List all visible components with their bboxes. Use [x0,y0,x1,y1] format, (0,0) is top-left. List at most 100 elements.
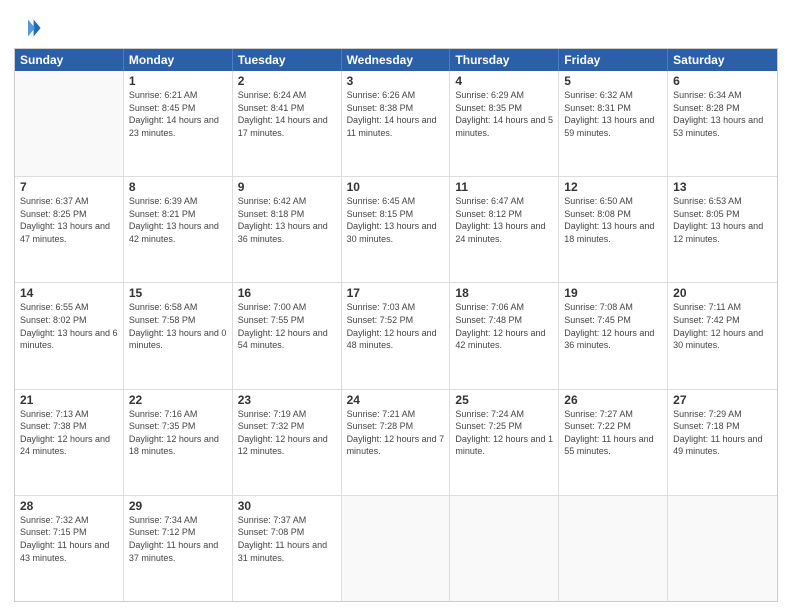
calendar-cell: 6Sunrise: 6:34 AM Sunset: 8:28 PM Daylig… [668,71,777,176]
calendar-week-1: 1Sunrise: 6:21 AM Sunset: 8:45 PM Daylig… [15,71,777,177]
sun-info: Sunrise: 6:58 AM Sunset: 7:58 PM Dayligh… [129,301,227,351]
calendar-cell: 19Sunrise: 7:08 AM Sunset: 7:45 PM Dayli… [559,283,668,388]
logo-icon [14,14,42,42]
day-number: 17 [347,286,445,300]
calendar-cell: 22Sunrise: 7:16 AM Sunset: 7:35 PM Dayli… [124,390,233,495]
calendar-cell: 15Sunrise: 6:58 AM Sunset: 7:58 PM Dayli… [124,283,233,388]
calendar-cell: 27Sunrise: 7:29 AM Sunset: 7:18 PM Dayli… [668,390,777,495]
day-number: 20 [673,286,772,300]
sun-info: Sunrise: 6:29 AM Sunset: 8:35 PM Dayligh… [455,89,553,139]
day-number: 11 [455,180,553,194]
sun-info: Sunrise: 7:06 AM Sunset: 7:48 PM Dayligh… [455,301,553,351]
day-number: 14 [20,286,118,300]
day-number: 29 [129,499,227,513]
sun-info: Sunrise: 6:21 AM Sunset: 8:45 PM Dayligh… [129,89,227,139]
sun-info: Sunrise: 6:53 AM Sunset: 8:05 PM Dayligh… [673,195,772,245]
day-number: 21 [20,393,118,407]
sun-info: Sunrise: 6:37 AM Sunset: 8:25 PM Dayligh… [20,195,118,245]
header [14,10,778,42]
sun-info: Sunrise: 7:13 AM Sunset: 7:38 PM Dayligh… [20,408,118,458]
calendar-week-5: 28Sunrise: 7:32 AM Sunset: 7:15 PM Dayli… [15,496,777,601]
calendar-cell: 11Sunrise: 6:47 AM Sunset: 8:12 PM Dayli… [450,177,559,282]
calendar-cell: 14Sunrise: 6:55 AM Sunset: 8:02 PM Dayli… [15,283,124,388]
day-number: 2 [238,74,336,88]
sun-info: Sunrise: 7:08 AM Sunset: 7:45 PM Dayligh… [564,301,662,351]
day-number: 19 [564,286,662,300]
sun-info: Sunrise: 7:00 AM Sunset: 7:55 PM Dayligh… [238,301,336,351]
logo [14,14,44,42]
weekday-friday: Friday [559,49,668,71]
calendar-cell: 3Sunrise: 6:26 AM Sunset: 8:38 PM Daylig… [342,71,451,176]
day-number: 18 [455,286,553,300]
sun-info: Sunrise: 6:26 AM Sunset: 8:38 PM Dayligh… [347,89,445,139]
sun-info: Sunrise: 6:45 AM Sunset: 8:15 PM Dayligh… [347,195,445,245]
calendar-cell: 13Sunrise: 6:53 AM Sunset: 8:05 PM Dayli… [668,177,777,282]
sun-info: Sunrise: 7:21 AM Sunset: 7:28 PM Dayligh… [347,408,445,458]
calendar-cell: 5Sunrise: 6:32 AM Sunset: 8:31 PM Daylig… [559,71,668,176]
calendar-week-2: 7Sunrise: 6:37 AM Sunset: 8:25 PM Daylig… [15,177,777,283]
calendar-cell [342,496,451,601]
sun-info: Sunrise: 7:03 AM Sunset: 7:52 PM Dayligh… [347,301,445,351]
sun-info: Sunrise: 6:39 AM Sunset: 8:21 PM Dayligh… [129,195,227,245]
day-number: 7 [20,180,118,194]
calendar-cell: 26Sunrise: 7:27 AM Sunset: 7:22 PM Dayli… [559,390,668,495]
weekday-thursday: Thursday [450,49,559,71]
sun-info: Sunrise: 7:34 AM Sunset: 7:12 PM Dayligh… [129,514,227,564]
day-number: 6 [673,74,772,88]
calendar-cell: 21Sunrise: 7:13 AM Sunset: 7:38 PM Dayli… [15,390,124,495]
calendar-cell [559,496,668,601]
weekday-wednesday: Wednesday [342,49,451,71]
day-number: 24 [347,393,445,407]
sun-info: Sunrise: 7:19 AM Sunset: 7:32 PM Dayligh… [238,408,336,458]
weekday-monday: Monday [124,49,233,71]
calendar-header: SundayMondayTuesdayWednesdayThursdayFrid… [15,49,777,71]
calendar-cell: 17Sunrise: 7:03 AM Sunset: 7:52 PM Dayli… [342,283,451,388]
day-number: 1 [129,74,227,88]
calendar-cell: 20Sunrise: 7:11 AM Sunset: 7:42 PM Dayli… [668,283,777,388]
day-number: 26 [564,393,662,407]
calendar-cell [15,71,124,176]
sun-info: Sunrise: 6:32 AM Sunset: 8:31 PM Dayligh… [564,89,662,139]
page: SundayMondayTuesdayWednesdayThursdayFrid… [0,0,792,612]
calendar-cell: 1Sunrise: 6:21 AM Sunset: 8:45 PM Daylig… [124,71,233,176]
calendar-body: 1Sunrise: 6:21 AM Sunset: 8:45 PM Daylig… [15,71,777,601]
calendar-cell: 8Sunrise: 6:39 AM Sunset: 8:21 PM Daylig… [124,177,233,282]
calendar-cell: 25Sunrise: 7:24 AM Sunset: 7:25 PM Dayli… [450,390,559,495]
sun-info: Sunrise: 6:47 AM Sunset: 8:12 PM Dayligh… [455,195,553,245]
calendar-cell: 10Sunrise: 6:45 AM Sunset: 8:15 PM Dayli… [342,177,451,282]
day-number: 27 [673,393,772,407]
day-number: 4 [455,74,553,88]
day-number: 16 [238,286,336,300]
day-number: 9 [238,180,336,194]
day-number: 13 [673,180,772,194]
calendar-cell: 4Sunrise: 6:29 AM Sunset: 8:35 PM Daylig… [450,71,559,176]
sun-info: Sunrise: 7:37 AM Sunset: 7:08 PM Dayligh… [238,514,336,564]
calendar-cell: 18Sunrise: 7:06 AM Sunset: 7:48 PM Dayli… [450,283,559,388]
calendar-cell: 28Sunrise: 7:32 AM Sunset: 7:15 PM Dayli… [15,496,124,601]
sun-info: Sunrise: 7:29 AM Sunset: 7:18 PM Dayligh… [673,408,772,458]
sun-info: Sunrise: 7:11 AM Sunset: 7:42 PM Dayligh… [673,301,772,351]
calendar-cell: 16Sunrise: 7:00 AM Sunset: 7:55 PM Dayli… [233,283,342,388]
day-number: 23 [238,393,336,407]
calendar-week-4: 21Sunrise: 7:13 AM Sunset: 7:38 PM Dayli… [15,390,777,496]
calendar-cell [450,496,559,601]
day-number: 8 [129,180,227,194]
day-number: 5 [564,74,662,88]
calendar-cell: 7Sunrise: 6:37 AM Sunset: 8:25 PM Daylig… [15,177,124,282]
sun-info: Sunrise: 7:27 AM Sunset: 7:22 PM Dayligh… [564,408,662,458]
sun-info: Sunrise: 6:55 AM Sunset: 8:02 PM Dayligh… [20,301,118,351]
day-number: 15 [129,286,227,300]
day-number: 10 [347,180,445,194]
calendar-cell: 23Sunrise: 7:19 AM Sunset: 7:32 PM Dayli… [233,390,342,495]
sun-info: Sunrise: 7:16 AM Sunset: 7:35 PM Dayligh… [129,408,227,458]
sun-info: Sunrise: 6:42 AM Sunset: 8:18 PM Dayligh… [238,195,336,245]
sun-info: Sunrise: 6:34 AM Sunset: 8:28 PM Dayligh… [673,89,772,139]
calendar-cell: 9Sunrise: 6:42 AM Sunset: 8:18 PM Daylig… [233,177,342,282]
day-number: 30 [238,499,336,513]
calendar-week-3: 14Sunrise: 6:55 AM Sunset: 8:02 PM Dayli… [15,283,777,389]
day-number: 22 [129,393,227,407]
sun-info: Sunrise: 7:32 AM Sunset: 7:15 PM Dayligh… [20,514,118,564]
sun-info: Sunrise: 6:24 AM Sunset: 8:41 PM Dayligh… [238,89,336,139]
weekday-saturday: Saturday [668,49,777,71]
calendar-cell: 24Sunrise: 7:21 AM Sunset: 7:28 PM Dayli… [342,390,451,495]
